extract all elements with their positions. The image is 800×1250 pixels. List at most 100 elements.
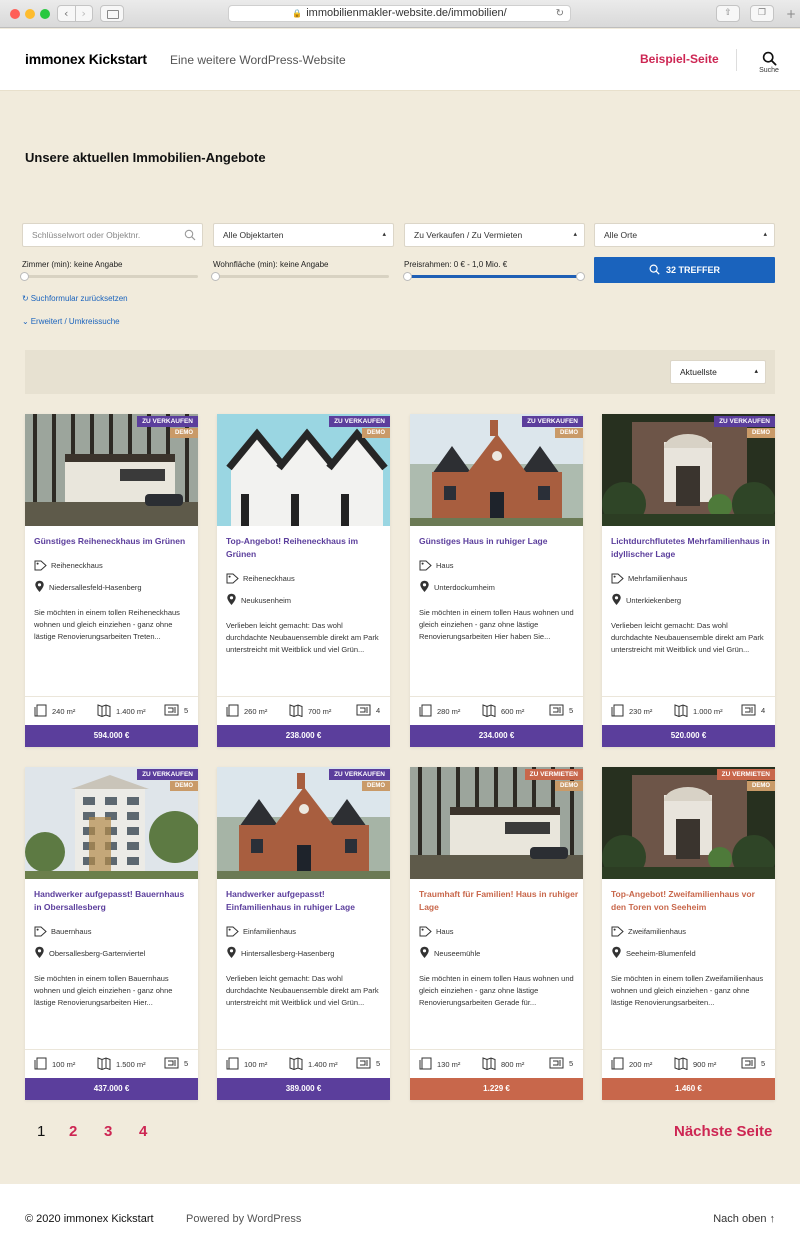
property-description: Sie möchten in einem tollen Haus wohnen … <box>419 974 574 1007</box>
property-card[interactable]: ZU VERMIETEN DEMO Top-Angebot! Zweifamilie… <box>602 767 775 1100</box>
property-card[interactable]: ZU VERKAUFEN DEMO Lichtdurchflutetes Mehrf… <box>602 414 775 747</box>
back-icon[interactable]: ‹ <box>58 6 75 21</box>
property-price[interactable]: 234.000 € <box>410 725 583 747</box>
tabs-overview-icon[interactable]: ❐ <box>750 5 774 22</box>
price-range-slider[interactable] <box>403 272 585 281</box>
property-type-select[interactable]: Alle Objektarten ▴ <box>213 223 394 247</box>
plot-area-value: 1.400 m² <box>308 1060 338 1069</box>
location-pin-icon <box>35 946 44 958</box>
zoom-window-button[interactable] <box>40 9 50 19</box>
property-title[interactable]: Traumhaft für Familien! Haus in ruhiger … <box>419 888 579 913</box>
property-price[interactable]: 1.460 € <box>602 1078 775 1100</box>
property-image[interactable]: ZU VERKAUFEN DEMO <box>410 414 583 526</box>
property-title[interactable]: Top-Angebot! Reiheneckhaus im Grünen <box>226 535 386 560</box>
property-image[interactable]: ZU VERKAUFEN DEMO <box>602 414 775 526</box>
footer-copyright[interactable]: © 2020 immonex Kickstart <box>25 1213 154 1225</box>
property-type: Reiheneckhaus <box>226 573 295 585</box>
menu-item-beispiel-seite[interactable]: Beispiel-Seite <box>640 52 719 66</box>
next-page-link[interactable]: Nächste Seite <box>674 1123 772 1140</box>
sidebar-toggle-button[interactable] <box>100 5 124 22</box>
property-image[interactable]: ZU VERKAUFEN DEMO <box>25 767 198 879</box>
property-price[interactable]: 437.000 € <box>25 1078 198 1100</box>
property-type-text: Einfamilienhaus <box>243 927 296 936</box>
card-divider <box>25 1049 198 1050</box>
property-price[interactable]: 520.000 € <box>602 725 775 747</box>
property-facts: 230 m² 1.000 m² 4 <box>602 702 775 720</box>
reset-search-link[interactable]: ↻ Suchformular zurücksetzen <box>22 294 128 303</box>
minimize-window-button[interactable] <box>25 9 35 19</box>
select-arrows-icon: ▴ <box>763 231 767 238</box>
plot-area-icon <box>289 704 303 718</box>
area-range-slider[interactable] <box>211 272 389 281</box>
reload-icon[interactable]: ↻ <box>556 6 564 21</box>
marketing-type-select[interactable]: Zu Verkaufen / Zu Vermieten ▴ <box>404 223 585 247</box>
new-tab-icon[interactable]: + <box>782 2 800 26</box>
pagination-page-link[interactable]: 3 <box>104 1123 112 1140</box>
property-card[interactable]: ZU VERKAUFEN DEMO Handwerker aufgepasst! E… <box>217 767 390 1100</box>
property-title[interactable]: Handwerker aufgepasst! Bauernhaus in Obe… <box>34 888 194 913</box>
rooms-value: 5 <box>569 706 574 715</box>
card-divider <box>602 1049 775 1050</box>
pagination-page-link[interactable]: 2 <box>69 1123 77 1140</box>
card-divider <box>602 696 775 697</box>
property-title[interactable]: Handwerker aufgepasst! Einfamilienhaus i… <box>226 888 386 913</box>
plot-area-value: 900 m² <box>693 1060 717 1069</box>
rooms-icon <box>741 704 756 716</box>
property-card[interactable]: ZU VERMIETEN DEMO Traumhaft für Familien! … <box>410 767 583 1100</box>
property-location: Neukusenheim <box>226 593 291 607</box>
living-area: 100 m² <box>34 1057 75 1072</box>
property-price[interactable]: 1.229 € <box>410 1078 583 1100</box>
property-title[interactable]: Günstiges Haus in ruhiger Lage <box>419 535 579 548</box>
property-title[interactable]: Lichtdurchflutetes Mehrfamilienhaus in i… <box>611 535 771 560</box>
plot-area: 900 m² <box>674 1057 716 1072</box>
property-location-text: Neuseemühle <box>434 949 481 958</box>
rooms-value: 4 <box>376 706 381 715</box>
property-image[interactable]: ZU VERKAUFEN DEMO <box>25 414 198 526</box>
search-toggle-button[interactable]: Suche <box>755 51 783 74</box>
sort-select[interactable]: Aktuellste ▴ <box>670 360 766 384</box>
search-icon <box>184 229 196 241</box>
share-icon[interactable]: ⇧ <box>716 5 740 22</box>
tag-icon <box>226 573 239 584</box>
close-window-button[interactable] <box>10 9 20 19</box>
price-range-max-handle[interactable] <box>576 272 585 281</box>
rooms-value: 5 <box>376 1059 381 1068</box>
property-facts: 280 m² 600 m² 5 <box>410 702 583 720</box>
site-title[interactable]: immonex Kickstart <box>25 51 147 67</box>
property-facts: 240 m² 1.400 m² 5 <box>25 702 198 720</box>
property-image[interactable]: ZU VERKAUFEN DEMO <box>217 414 390 526</box>
property-price[interactable]: 594.000 € <box>25 725 198 747</box>
property-image[interactable]: ZU VERMIETEN DEMO <box>602 767 775 879</box>
property-image[interactable]: ZU VERKAUFEN DEMO <box>217 767 390 879</box>
property-facts: 130 m² 800 m² 5 <box>410 1055 583 1073</box>
rooms-range-handle[interactable] <box>20 272 29 281</box>
property-card[interactable]: ZU VERKAUFEN DEMO Top-Angebot! Reiheneckha… <box>217 414 390 747</box>
select-arrows-icon: ▴ <box>754 368 758 375</box>
footer-powered-by[interactable]: Powered by WordPress <box>186 1213 301 1225</box>
sort-bar: Aktuellste ▴ <box>25 350 775 394</box>
property-title[interactable]: Günstiges Reiheneckhaus im Grünen <box>34 535 194 548</box>
extended-search-link[interactable]: ⌄ Erweitert / Umkreissuche <box>22 317 120 326</box>
back-to-top-link[interactable]: Nach oben ↑ <box>713 1213 775 1225</box>
area-range-handle[interactable] <box>211 272 220 281</box>
property-card[interactable]: ZU VERKAUFEN DEMO Handwerker aufgepasst! B… <box>25 767 198 1100</box>
property-card[interactable]: ZU VERKAUFEN DEMO Günstiges Reiheneckhaus … <box>25 414 198 747</box>
price-range-min-handle[interactable] <box>403 272 412 281</box>
property-price[interactable]: 389.000 € <box>217 1078 390 1100</box>
location-pin-icon <box>35 580 44 592</box>
address-bar[interactable]: 🔒 immobilienmakler-website.de/immobilien/… <box>228 5 571 22</box>
forward-icon[interactable]: › <box>74 6 93 21</box>
property-card[interactable]: ZU VERKAUFEN DEMO Günstiges Haus in ruhige… <box>410 414 583 747</box>
search-submit-button[interactable]: 32 TREFFER <box>594 257 775 283</box>
extended-search-label: Erweitert / Umkreissuche <box>30 317 120 326</box>
rooms-range-slider[interactable] <box>20 272 198 281</box>
pagination-page-link[interactable]: 4 <box>139 1123 147 1140</box>
plot-area-icon <box>482 1057 496 1071</box>
reset-icon: ↻ <box>22 294 29 303</box>
keyword-input[interactable]: Schlüsselwort oder Objektnr. <box>22 223 203 247</box>
rooms-range-label: Zimmer (min): keine Angabe <box>22 260 123 269</box>
property-image[interactable]: ZU VERMIETEN DEMO <box>410 767 583 879</box>
location-select[interactable]: Alle Orte ▴ <box>594 223 775 247</box>
property-price[interactable]: 238.000 € <box>217 725 390 747</box>
property-title[interactable]: Top-Angebot! Zweifamilienhaus vor den To… <box>611 888 771 913</box>
